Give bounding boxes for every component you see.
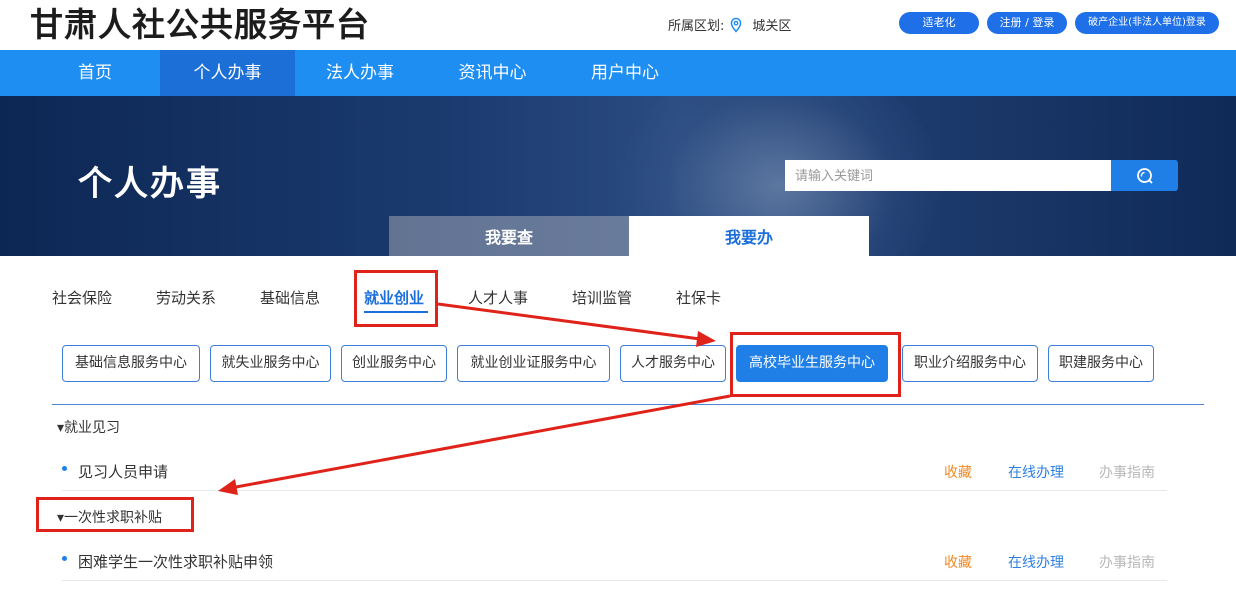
category-labor-relations[interactable]: 劳动关系	[156, 287, 216, 308]
item-name[interactable]: 困难学生一次性求职补贴申领	[78, 551, 273, 572]
sub-center-entrepreneurship[interactable]: 创业服务中心	[341, 345, 447, 382]
tab-do[interactable]: 我要办	[629, 216, 869, 256]
sub-center-graduates[interactable]: 高校毕业生服务中心	[736, 345, 888, 382]
favorite-link[interactable]: 收藏	[944, 462, 972, 482]
sub-center-basic-info[interactable]: 基础信息服务中心	[62, 345, 200, 382]
online-handle-link[interactable]: 在线办理	[1008, 462, 1064, 482]
banner-title: 个人办事	[78, 164, 222, 204]
location-pin-icon	[731, 17, 742, 33]
category-basic-info[interactable]: 基础信息	[260, 287, 320, 308]
nav-item-home[interactable]: 首页	[30, 50, 160, 96]
tab-query[interactable]: 我要查	[389, 216, 629, 256]
guide-link[interactable]: 办事指南	[1099, 552, 1155, 572]
region-label: 所属区划:	[668, 19, 725, 34]
bullet-dot-icon	[62, 466, 67, 471]
list-item: 见习人员申请 收藏 在线办理 办事指南	[62, 451, 1167, 491]
sub-center-employment-certificate[interactable]: 就业创业证服务中心	[457, 345, 610, 382]
region-selector[interactable]: 所属区划: 城关区	[668, 15, 791, 34]
annotation-arrow-line	[437, 302, 701, 341]
online-handle-link[interactable]: 在线办理	[1008, 552, 1064, 572]
elderly-mode-button[interactable]: 适老化	[899, 12, 979, 34]
search-input[interactable]	[785, 160, 1111, 191]
guide-link[interactable]: 办事指南	[1099, 462, 1155, 482]
category-active-underline	[364, 311, 428, 313]
site-title: 甘肃人社公共服务平台	[30, 5, 370, 44]
nav-item-news[interactable]: 资讯中心	[425, 50, 560, 96]
search-icon	[1136, 167, 1153, 184]
category-employment[interactable]: 就业创业	[364, 287, 424, 308]
favorite-link[interactable]: 收藏	[944, 552, 972, 572]
nav-item-user-center[interactable]: 用户中心	[560, 50, 690, 96]
bankrupt-enterprise-login-button[interactable]: 破产企业(非法人单位)登录	[1075, 12, 1219, 34]
sub-center-job-referral[interactable]: 职业介绍服务中心	[902, 345, 1038, 382]
category-social-card[interactable]: 社保卡	[676, 287, 721, 308]
search-button[interactable]	[1111, 160, 1178, 191]
category-talent[interactable]: 人才人事	[468, 287, 528, 308]
sub-center-unemployment[interactable]: 就失业服务中心	[210, 345, 331, 382]
sub-center-vocational[interactable]: 职建服务中心	[1048, 345, 1154, 382]
banner: 个人办事 我要查 我要办	[0, 96, 1236, 256]
nav-item-legal-entity[interactable]: 法人办事	[295, 50, 425, 96]
main-nav: 首页 个人办事 法人办事 资讯中心 用户中心	[0, 50, 1236, 96]
section-internship[interactable]: ▾就业见习	[57, 417, 120, 437]
divider	[52, 404, 1204, 405]
nav-item-personal[interactable]: 个人办事	[160, 50, 295, 96]
sub-center-talent[interactable]: 人才服务中心	[620, 345, 726, 382]
site-header: 甘肃人社公共服务平台 所属区划: 城关区 适老化 注册 / 登录 破产企业(非法…	[0, 0, 1236, 50]
category-social-insurance[interactable]: 社会保险	[52, 287, 112, 308]
section-job-subsidy[interactable]: ▾一次性求职补贴	[57, 507, 162, 527]
list-item: 困难学生一次性求职补贴申领 收藏 在线办理 办事指南	[62, 541, 1167, 581]
region-value: 城关区	[752, 19, 792, 34]
item-name[interactable]: 见习人员申请	[78, 461, 168, 482]
category-training[interactable]: 培训监管	[572, 287, 632, 308]
register-login-button[interactable]: 注册 / 登录	[987, 12, 1067, 34]
bullet-dot-icon	[62, 556, 67, 561]
